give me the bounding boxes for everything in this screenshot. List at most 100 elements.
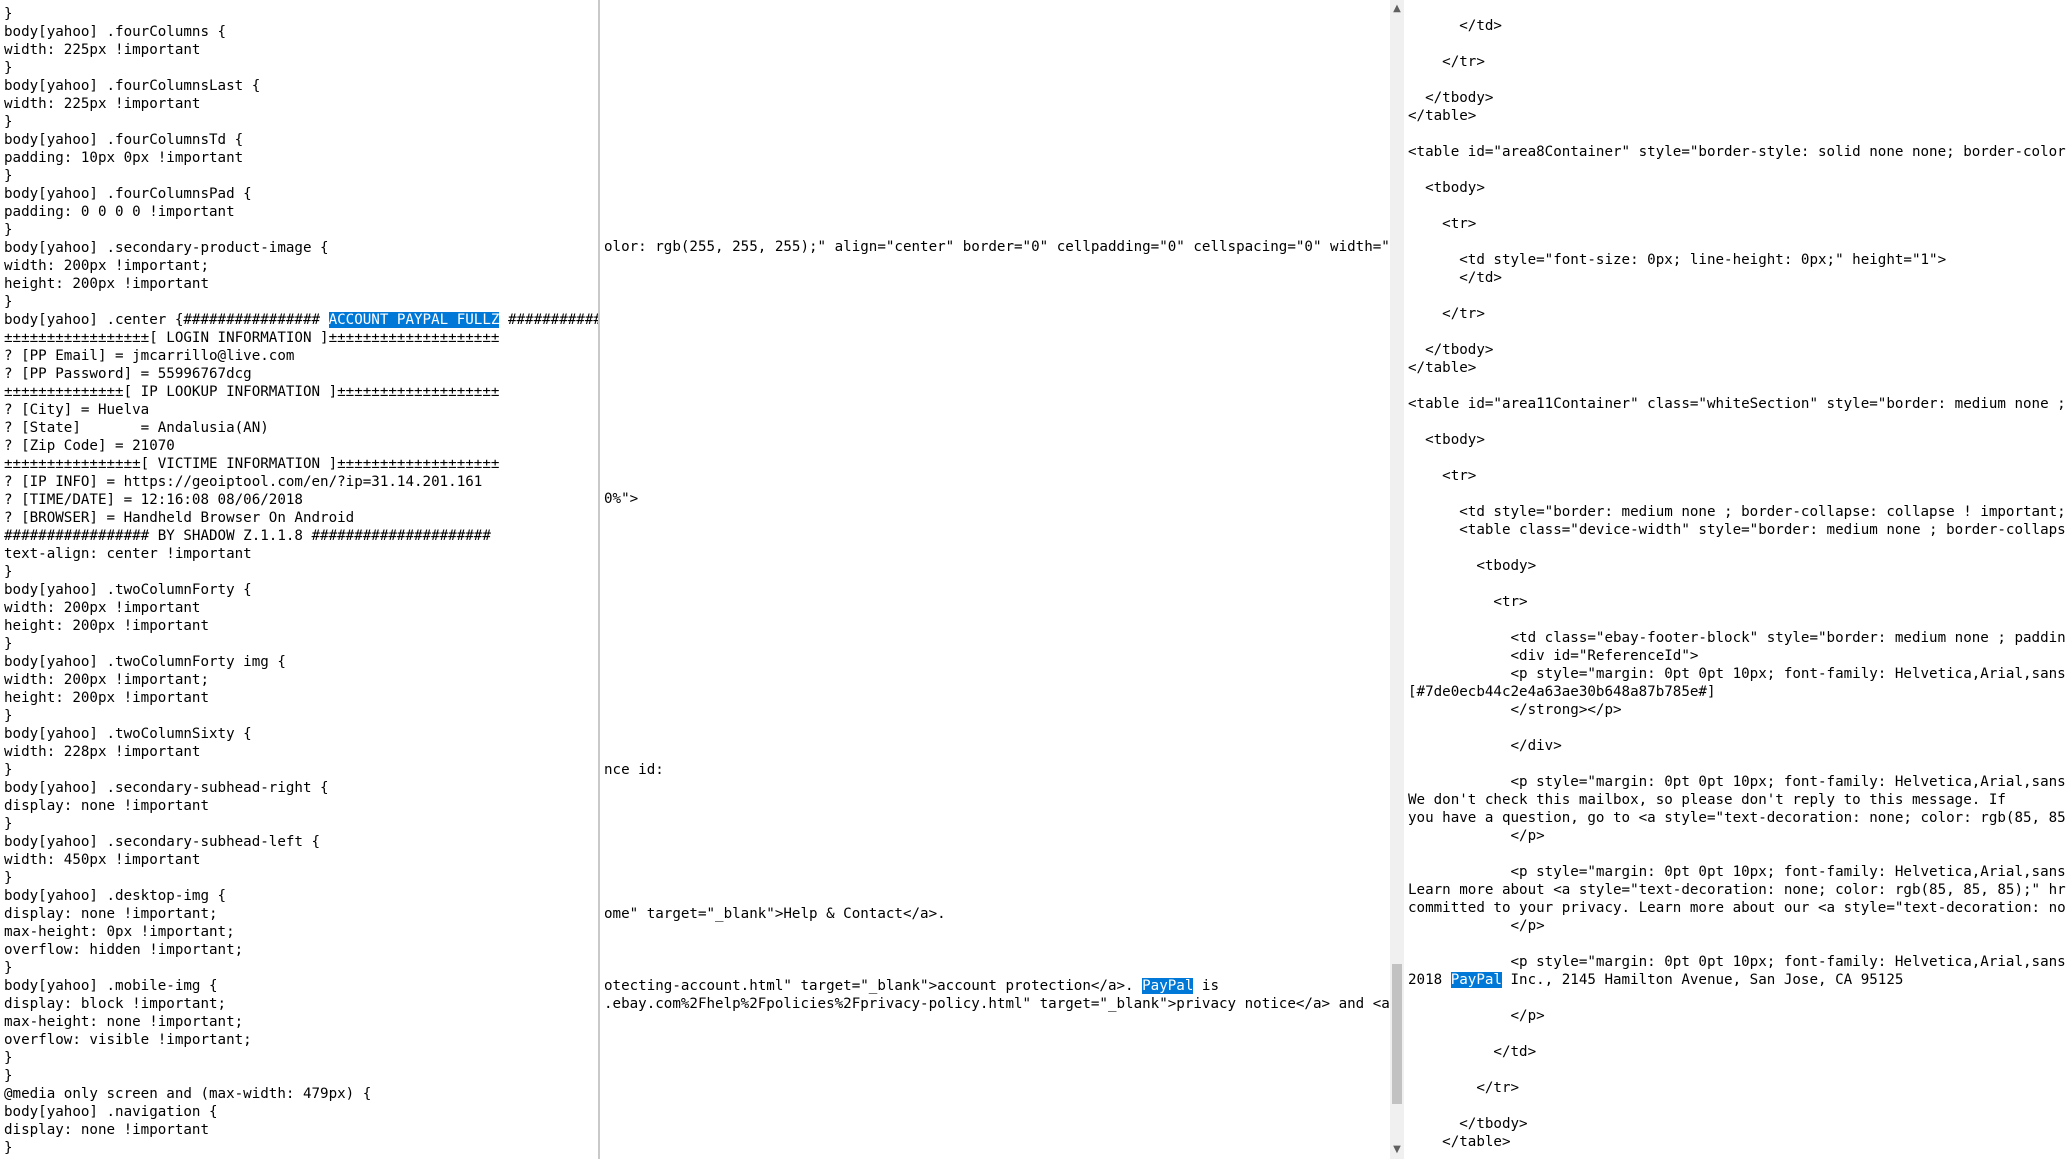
pane-divider-left[interactable] [598, 0, 600, 1159]
code-line: <td style="border: medium none ; border-… [1408, 504, 2066, 520]
highlight-suffix: ################ [507, 312, 598, 328]
code-line: </table> [1408, 1134, 1511, 1150]
code-line: } [4, 636, 13, 652]
code-line: </td> [1408, 270, 1502, 286]
code-line: ? [State] = Andalusia(AN) [4, 420, 269, 436]
code-line: height: 200px !important [4, 690, 209, 706]
code-line: height: 200px !important [4, 276, 209, 292]
code-line: ±±±±±±±±±±±±±±[ IP LOOKUP INFORMATION ]±… [4, 384, 500, 400]
code-line: </table> [1408, 108, 1477, 124]
code-line: } [4, 1068, 13, 1084]
code-line: </tr> [1408, 1080, 1520, 1096]
scrollbar-thumb[interactable] [1392, 964, 1402, 1104]
code-line: <p style="margin: 0pt 0pt 10px; font-fam… [1408, 666, 2066, 682]
code-line: padding: 10px 0px !important [4, 150, 244, 166]
code-line: body[yahoo] .fourColumnsLast { [4, 78, 261, 94]
code-line: width: 200px !important; [4, 258, 209, 274]
code-line: max-height: 0px !important; [4, 924, 235, 940]
code-line: body[yahoo] .navigation { [4, 1104, 218, 1120]
code-line: ? [BROWSER] = Handheld Browser On Androi… [4, 510, 355, 526]
code-line: </tbody> [1408, 342, 1494, 358]
code-line: ±±±±±±±±±±±±±±±±±[ LOGIN INFORMATION ]±±… [4, 330, 500, 346]
code-line: } [4, 816, 13, 832]
code-line: } [4, 1140, 13, 1156]
code-line: body[yahoo] .fourColumnsPad { [4, 186, 252, 202]
code-line: <p style="margin: 0pt 0pt 10px; font-fam… [1408, 864, 2066, 880]
code-line: <tbody> [1408, 432, 1485, 448]
code-line: } [4, 870, 13, 886]
middle-line-width: 0%"> [604, 491, 639, 507]
code-line: <tr> [1408, 216, 1477, 232]
code-line: </td> [1408, 18, 1502, 34]
code-line: } [4, 1050, 13, 1066]
code-line: </tbody> [1408, 90, 1494, 106]
middle-line-reference-id: nce id: [604, 762, 664, 778]
code-line: } [4, 762, 13, 778]
code-line: ±±±±±±±±±±±±±±±±[ VICTIME INFORMATION ]±… [4, 456, 500, 472]
code-line: </strong></p> [1408, 702, 1622, 718]
code-line: <tbody> [1408, 180, 1485, 196]
code-line: <tr> [1408, 594, 1528, 610]
code-line: display: none !important; [4, 906, 218, 922]
middle-line-privacy-notice: .ebay.com%2Fhelp%2Fpolicies%2Fprivacy-po… [604, 996, 1390, 1012]
middle-text-pane[interactable]: olor: rgb(255, 255, 255);" align="center… [600, 0, 1390, 1159]
code-line: <table id="area11Container" class="white… [1408, 396, 2066, 412]
code-line: display: none !important [4, 1122, 209, 1138]
code-line: </tr> [1408, 54, 1485, 70]
code-line: ################# BY SHADOW Z.1.1.8 ####… [4, 528, 491, 544]
scroll-up-icon[interactable]: ▲ [1390, 2, 1404, 16]
code-line: Learn more about <a style="text-decorati… [1408, 882, 2066, 898]
paypal-highlight: PayPal [1142, 978, 1194, 994]
code-line: body[yahoo] .mobile-img { [4, 978, 218, 994]
code-line: <tr> [1408, 468, 1477, 484]
right-text-pane[interactable]: </td> </tr> </tbody> </table> <table id="a… [1404, 0, 2066, 1159]
paypal-address-line: 2018 PayPal Inc., 2145 Hamilton Avenue, … [1408, 972, 1904, 988]
code-line: height: 200px !important [4, 618, 209, 634]
code-line: max-height: none !important; [4, 1014, 244, 1030]
code-line: width: 200px !important; [4, 672, 209, 688]
code-line: </p> [1408, 828, 1545, 844]
code-line: } [4, 708, 13, 724]
code-line: } [4, 6, 13, 22]
code-line: @media only screen and (max-width: 479px… [4, 1086, 372, 1102]
code-line: [#7de0ecb44c2e4a63ae30b648a87b785e#] [1408, 684, 1716, 700]
code-line: } [4, 564, 13, 580]
code-line: body[yahoo] .secondary-subhead-right { [4, 780, 329, 796]
code-line: } [4, 60, 13, 76]
scroll-down-icon[interactable]: ▼ [1390, 1143, 1404, 1157]
code-line: <td class="ebay-footer-block" style="bor… [1408, 630, 2066, 646]
code-line: ? [TIME/DATE] = 12:16:08 08/06/2018 [4, 492, 303, 508]
middle-line-help-contact: ome" target="_blank">Help & Contact</a>. [604, 906, 946, 922]
code-line: committed to your privacy. Learn more ab… [1408, 900, 2066, 916]
code-line: <div id="ReferenceId"> [1408, 648, 1699, 664]
code-line: display: block !important; [4, 996, 227, 1012]
code-line: body[yahoo] .twoColumnSixty { [4, 726, 252, 742]
code-line: width: 228px !important [4, 744, 201, 760]
left-text-pane[interactable]: } body[yahoo] .fourColumns {width: 225px … [0, 0, 598, 1159]
code-line: <p style="margin: 0pt 0pt 10px; font-fam… [1408, 774, 2066, 790]
code-line: text-align: center !important [4, 546, 252, 562]
code-line: <td style="font-size: 0px; line-height: … [1408, 252, 1947, 268]
middle-pane-scrollbar[interactable]: ▲ ▼ [1390, 0, 1404, 1159]
code-line: width: 200px !important [4, 600, 201, 616]
code-line: </tr> [1408, 306, 1485, 322]
code-line: } [4, 222, 13, 238]
code-line: <table id="area8Container" style="border… [1408, 144, 2066, 160]
code-line: overflow: visible !important; [4, 1032, 252, 1048]
code-line: <table class="device-width" style="borde… [1408, 522, 2066, 538]
code-line: <p style="margin: 0pt 0pt 10px; font-fam… [1408, 954, 2066, 970]
code-line: width: 450px !important [4, 852, 201, 868]
code-line: display: none !important [4, 798, 209, 814]
code-line: </table> [1408, 360, 1477, 376]
paypal-highlight: PayPal [1450, 972, 1502, 988]
code-line: body[yahoo] .fourColumnsTd { [4, 132, 244, 148]
code-line: </div> [1408, 738, 1562, 754]
code-line: ? [Zip Code] = 21070 [4, 438, 175, 454]
code-line: </td> [1408, 1044, 1537, 1060]
code-line: ? [IP INFO] = https://geoiptool.com/en/?… [4, 474, 483, 490]
code-line: </p> [1408, 1008, 1545, 1024]
middle-line-account-protection: otecting-account.html" target="_blank">a… [604, 978, 1219, 994]
code-line: } [4, 294, 13, 310]
code-line: </tbody> [1408, 1116, 1528, 1132]
code-line: } [4, 168, 13, 184]
